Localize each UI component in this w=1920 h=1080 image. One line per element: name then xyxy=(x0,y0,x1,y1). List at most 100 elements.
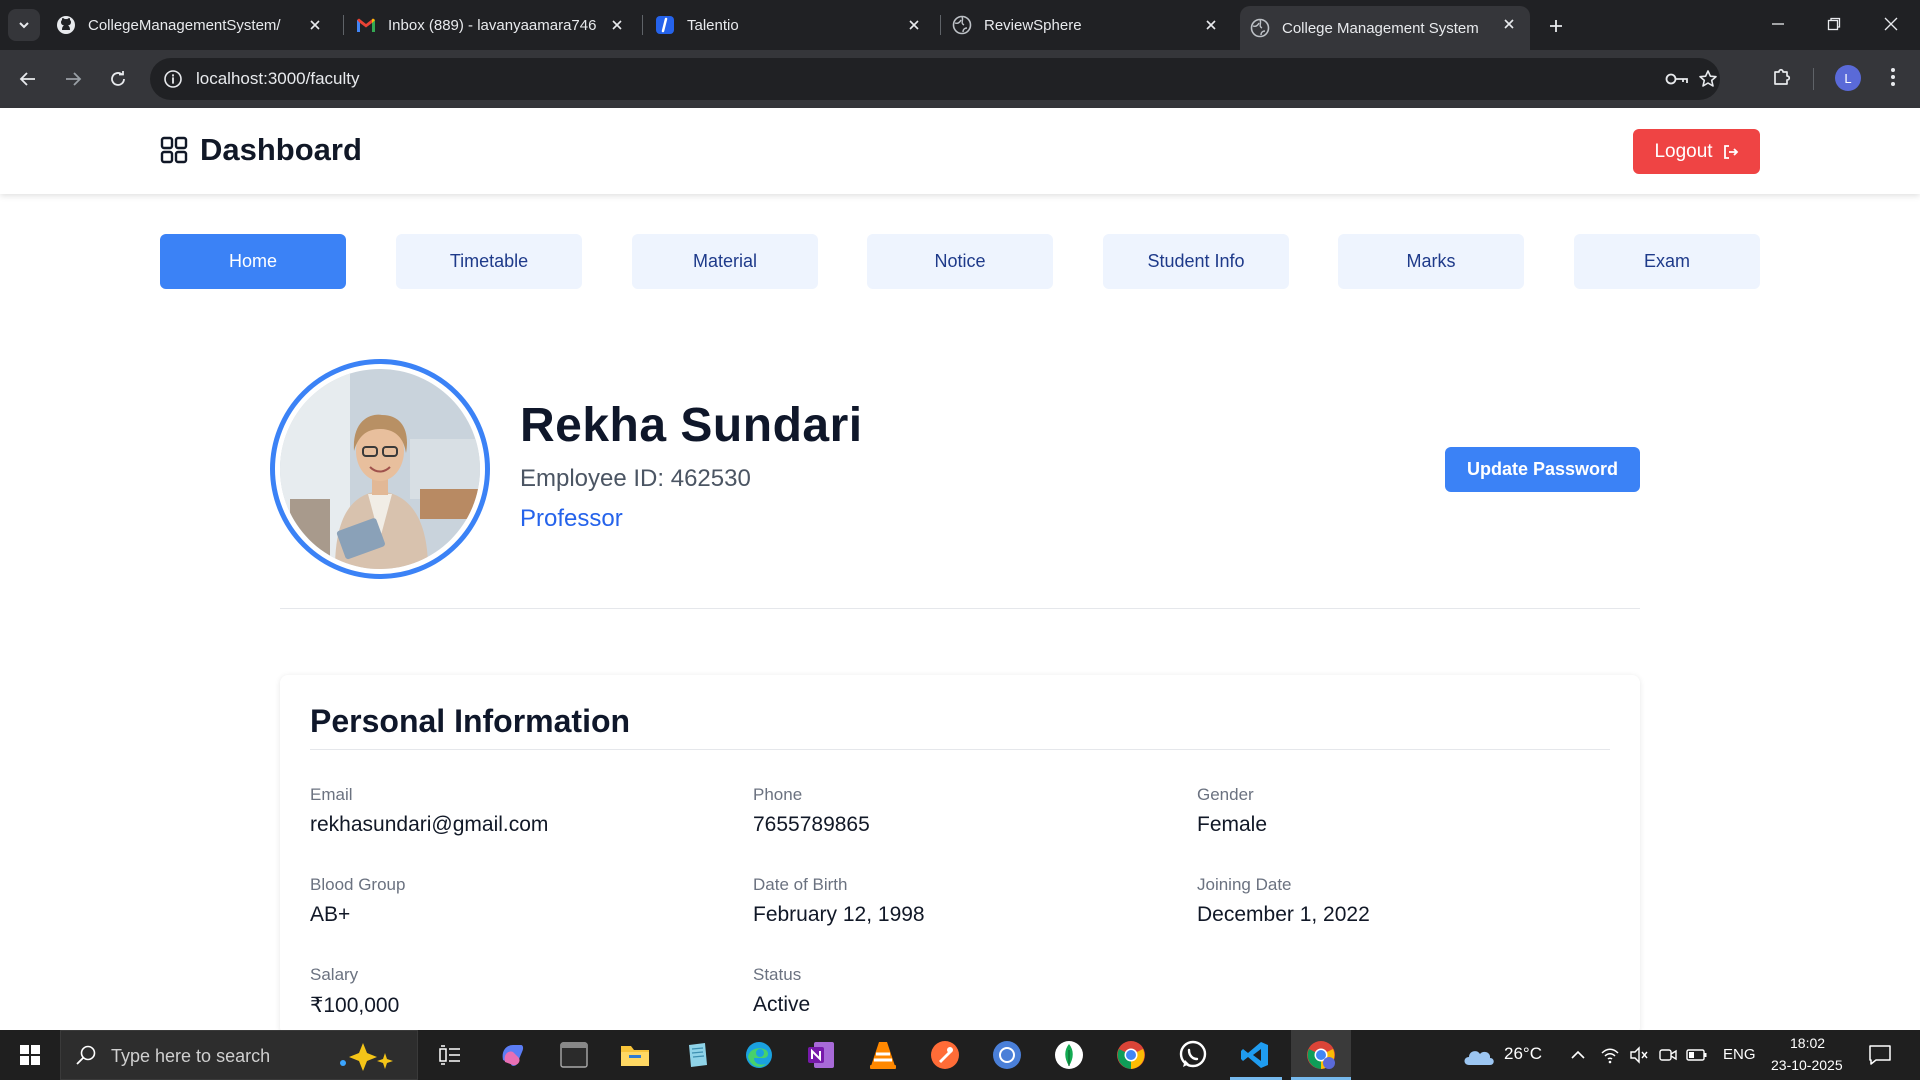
bookmark-star-icon[interactable] xyxy=(1695,66,1721,92)
battery-icon[interactable] xyxy=(1684,1037,1710,1073)
reload-icon xyxy=(111,71,125,86)
task-view-icon[interactable] xyxy=(432,1037,468,1073)
terminal-app-icon[interactable] xyxy=(556,1037,592,1073)
browser-tab-reviewsphere[interactable]: ReviewSphere xyxy=(952,7,1232,43)
tab-timetable[interactable]: Timetable xyxy=(396,234,582,289)
field-label: Date of Birth xyxy=(753,875,848,894)
tab-title: College Management System xyxy=(1282,19,1479,37)
vscode-app-icon[interactable] xyxy=(1237,1037,1273,1073)
close-icon[interactable] xyxy=(606,14,628,36)
field-blood-group: Blood Group AB+ xyxy=(310,875,710,927)
address-bar[interactable]: localhost:3000/faculty xyxy=(150,58,1720,100)
language-indicator[interactable]: ENG xyxy=(1723,1046,1756,1063)
meet-now-icon[interactable] xyxy=(1655,1037,1681,1073)
vlc-player-icon[interactable] xyxy=(865,1037,901,1073)
tab-label: Timetable xyxy=(449,251,529,271)
url-text[interactable]: localhost:3000/faculty xyxy=(196,69,360,89)
field-value: rekhasundari@gmail.com xyxy=(310,813,549,836)
weather-cloud-icon[interactable] xyxy=(1460,1037,1496,1073)
dashboard-grid-icon xyxy=(160,136,188,164)
file-explorer-icon[interactable] xyxy=(617,1037,653,1073)
field-label: Blood Group xyxy=(310,875,406,894)
new-tab-button[interactable] xyxy=(1541,11,1571,41)
copilot-sparkle-icon xyxy=(340,1043,393,1071)
windows-logo-icon xyxy=(20,1045,40,1065)
tab-label: Exam xyxy=(1643,251,1690,271)
tab-title: Talentio xyxy=(687,16,739,34)
chevron-up-icon[interactable] xyxy=(1565,1037,1591,1073)
chrome-profile-app-icon[interactable] xyxy=(1303,1037,1339,1073)
extensions-puzzle-icon[interactable] xyxy=(1769,64,1795,90)
close-icon[interactable] xyxy=(1200,14,1222,36)
plus-icon xyxy=(1550,20,1562,32)
brand: Dashboard xyxy=(160,132,362,168)
start-button[interactable] xyxy=(0,1030,60,1080)
tab-label: Marks xyxy=(1406,251,1456,271)
chrome-browser-icon[interactable] xyxy=(1113,1037,1149,1073)
logout-button[interactable]: Logout xyxy=(1633,129,1760,174)
profile-avatar[interactable]: L xyxy=(1835,65,1861,91)
reload-button[interactable] xyxy=(101,62,135,96)
close-icon[interactable] xyxy=(304,14,326,36)
globe-icon xyxy=(1250,18,1270,38)
close-window-button[interactable] xyxy=(1871,8,1911,40)
field-email: Email rekhasundari@gmail.com xyxy=(310,785,710,837)
profile-role: Professor xyxy=(520,505,623,532)
site-info-icon[interactable] xyxy=(160,66,186,92)
browser-tab-college-management[interactable]: College Management System xyxy=(1240,6,1530,50)
volume-muted-icon[interactable] xyxy=(1626,1037,1652,1073)
field-label: Status xyxy=(753,965,802,984)
employee-id: Employee ID: 462530 xyxy=(520,465,751,492)
search-icon xyxy=(76,1045,96,1065)
tab-title: Inbox (889) - lavanyaamara746 xyxy=(388,16,597,34)
clock-date[interactable]: 23-10-2025 xyxy=(1771,1057,1843,1073)
profile-photo xyxy=(270,359,490,579)
whatsapp-app-icon[interactable] xyxy=(1175,1037,1211,1073)
browser-toolbar: localhost:3000/faculty L xyxy=(0,50,1920,108)
back-button[interactable] xyxy=(11,62,45,96)
browser-tab-github[interactable]: CollegeManagementSystem/ xyxy=(56,7,336,43)
forward-button[interactable] xyxy=(56,62,90,96)
wifi-icon[interactable] xyxy=(1597,1037,1623,1073)
arrow-left-icon xyxy=(19,72,35,86)
windows-taskbar: Type here to search 26°C ENG 18:02 23-10… xyxy=(0,1030,1920,1080)
chromium-app-icon[interactable] xyxy=(989,1037,1025,1073)
edge-browser-icon[interactable] xyxy=(741,1037,777,1073)
weather-temperature[interactable]: 26°C xyxy=(1504,1044,1542,1064)
tab-student-info[interactable]: Student Info xyxy=(1103,234,1289,289)
logout-icon xyxy=(1723,144,1738,159)
tab-search-button[interactable] xyxy=(8,9,40,41)
tab-marks[interactable]: Marks xyxy=(1338,234,1524,289)
arrow-right-icon xyxy=(66,72,82,86)
copilot-app-icon[interactable] xyxy=(494,1037,530,1073)
close-icon[interactable] xyxy=(1498,13,1520,35)
notification-icon[interactable] xyxy=(1862,1037,1898,1073)
minimize-button[interactable] xyxy=(1758,8,1798,40)
browser-tab-talentio[interactable]: Talentio xyxy=(655,7,935,43)
clock-time[interactable]: 18:02 xyxy=(1790,1035,1825,1051)
tab-exam[interactable]: Exam xyxy=(1574,234,1760,289)
tab-title: CollegeManagementSystem/ xyxy=(88,16,281,34)
close-icon[interactable] xyxy=(903,14,925,36)
tab-separator xyxy=(343,15,344,35)
tab-material[interactable]: Material xyxy=(632,234,818,289)
taskbar-search[interactable]: Type here to search xyxy=(60,1030,418,1080)
personal-info-card: Personal Information Email rekhasundari@… xyxy=(280,675,1640,1035)
mongodb-compass-icon[interactable] xyxy=(1051,1037,1087,1073)
field-value: AB+ xyxy=(310,903,351,926)
toolbar-separator xyxy=(1813,68,1814,90)
onenote-app-icon[interactable] xyxy=(803,1037,839,1073)
tab-notice[interactable]: Notice xyxy=(867,234,1053,289)
postman-app-icon[interactable] xyxy=(927,1037,963,1073)
update-password-button[interactable]: Update Password xyxy=(1445,447,1640,492)
tab-home[interactable]: Home xyxy=(160,234,346,289)
nav-tabs: Home Timetable Material Notice Student I… xyxy=(160,234,1760,289)
restore-button[interactable] xyxy=(1814,8,1854,40)
notepad-app-icon[interactable] xyxy=(679,1037,715,1073)
section-divider xyxy=(280,608,1640,609)
profile-initial: L xyxy=(1844,70,1852,86)
browser-tab-gmail[interactable]: Inbox (889) - lavanyaamara746 xyxy=(356,7,638,43)
password-key-icon[interactable] xyxy=(1664,66,1690,92)
more-menu-icon[interactable] xyxy=(1880,64,1906,90)
search-placeholder: Type here to search xyxy=(111,1046,271,1066)
